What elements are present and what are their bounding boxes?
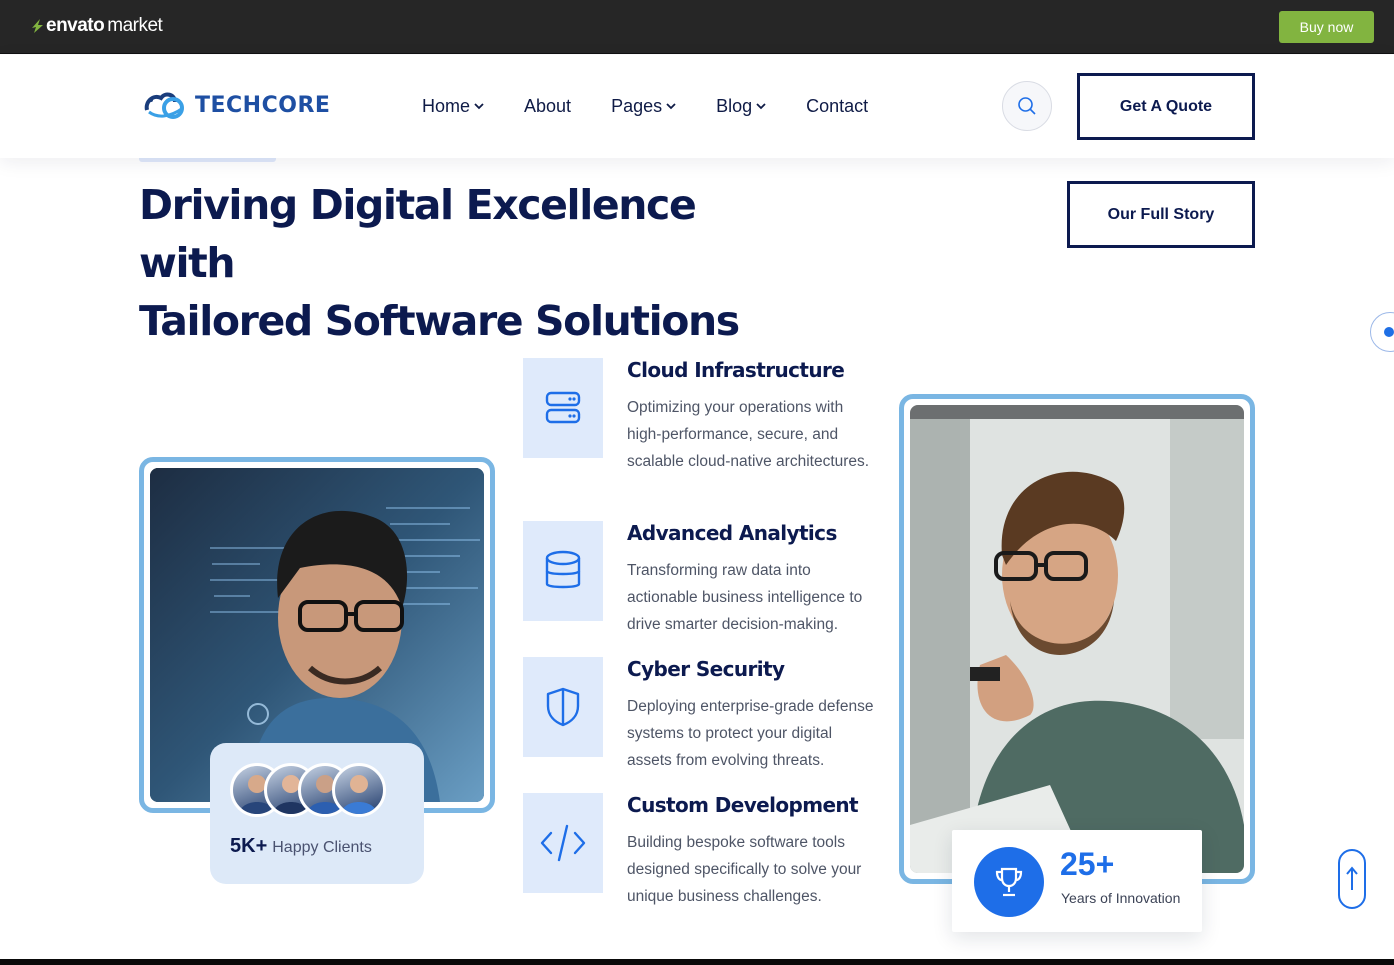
trophy-icon bbox=[995, 867, 1023, 897]
clients-label: Happy Clients bbox=[272, 839, 372, 856]
site-header: TECHCORE Home About Pages Blog Contact G… bbox=[0, 55, 1394, 158]
code-icon bbox=[540, 824, 586, 862]
database-icon bbox=[545, 550, 581, 589]
brand-logo[interactable]: TECHCORE bbox=[143, 87, 330, 123]
years-count: 25+ bbox=[1060, 846, 1115, 882]
trophy-badge bbox=[974, 847, 1044, 917]
nav-about[interactable]: About bbox=[524, 93, 571, 119]
feature-icon-box bbox=[523, 358, 603, 458]
scroll-to-top-button[interactable] bbox=[1338, 849, 1366, 909]
nav-pages-label: Pages bbox=[611, 95, 663, 116]
envato-market-bar: envato market Buy now bbox=[0, 0, 1394, 54]
professional-photo-frame bbox=[899, 394, 1255, 884]
feature-description: Deploying enterprise-grade defense syste… bbox=[627, 698, 874, 769]
feature-title: Cyber Security bbox=[627, 657, 785, 681]
feature-title: Custom Development bbox=[627, 793, 859, 817]
nav-home[interactable]: Home bbox=[422, 93, 484, 119]
hero-title-line2: Tailored Software Solutions bbox=[139, 297, 740, 345]
chevron-down-icon bbox=[756, 103, 766, 110]
feature-title: Advanced Analytics bbox=[627, 521, 837, 545]
bottom-dark-strip bbox=[0, 959, 1394, 965]
buy-now-button[interactable]: Buy now bbox=[1279, 11, 1374, 43]
feature-description: Building bespoke software tools designed… bbox=[627, 834, 862, 905]
nav-contact[interactable]: Contact bbox=[806, 93, 868, 119]
shield-icon bbox=[546, 687, 580, 727]
techcore-logo-icon bbox=[144, 92, 184, 119]
nav-blog[interactable]: Blog bbox=[716, 93, 766, 119]
envato-wordmark: envato bbox=[46, 15, 105, 36]
search-icon bbox=[1018, 97, 1036, 115]
nav-contact-label: Contact bbox=[806, 95, 869, 116]
feature-description: Optimizing your operations with high-per… bbox=[627, 399, 870, 470]
client-avatars bbox=[230, 763, 386, 817]
happy-clients-text: 5K+ Happy Clients bbox=[230, 835, 372, 858]
hero-title-line1: Driving Digital Excellence with bbox=[139, 181, 697, 287]
happy-clients-card: 5K+ Happy Clients bbox=[210, 743, 424, 884]
chevron-down-icon bbox=[666, 103, 676, 110]
main-nav: Home About Pages Blog Contact bbox=[422, 93, 908, 119]
feature-icon-box bbox=[523, 793, 603, 893]
get-a-quote-button[interactable]: Get A Quote bbox=[1077, 73, 1255, 140]
brand-name: TECHCORE bbox=[195, 92, 331, 118]
feature-icon-box bbox=[523, 521, 603, 621]
server-icon bbox=[545, 391, 581, 424]
search-button[interactable] bbox=[1002, 81, 1052, 131]
feature-description: Transforming raw data into actionable bu… bbox=[627, 562, 863, 633]
avatar bbox=[332, 763, 386, 817]
our-full-story-button[interactable]: Our Full Story bbox=[1067, 181, 1255, 248]
years-of-innovation-card: 25+ Years of Innovation bbox=[952, 830, 1202, 932]
envato-leaf-icon bbox=[32, 19, 43, 33]
arrow-up-icon bbox=[1346, 866, 1358, 890]
years-label: Years of Innovation bbox=[1061, 890, 1181, 906]
feature-title: Cloud Infrastructure bbox=[627, 358, 845, 382]
feature-icon-box bbox=[523, 657, 603, 757]
hero-title: Driving Digital Excellence with Tailored… bbox=[139, 176, 759, 350]
side-slider-dot[interactable] bbox=[1370, 312, 1394, 352]
nav-pages[interactable]: Pages bbox=[611, 93, 676, 119]
nav-home-label: Home bbox=[422, 95, 471, 116]
clients-count: 5K+ bbox=[230, 835, 268, 857]
nav-about-label: About bbox=[524, 95, 572, 116]
professional-photo-illustration bbox=[910, 405, 1244, 873]
market-wordmark: market bbox=[107, 15, 163, 36]
professional-photo bbox=[910, 405, 1244, 873]
envato-logo[interactable]: envato market bbox=[30, 14, 163, 38]
chevron-down-icon bbox=[474, 103, 484, 110]
nav-blog-label: Blog bbox=[716, 95, 753, 116]
